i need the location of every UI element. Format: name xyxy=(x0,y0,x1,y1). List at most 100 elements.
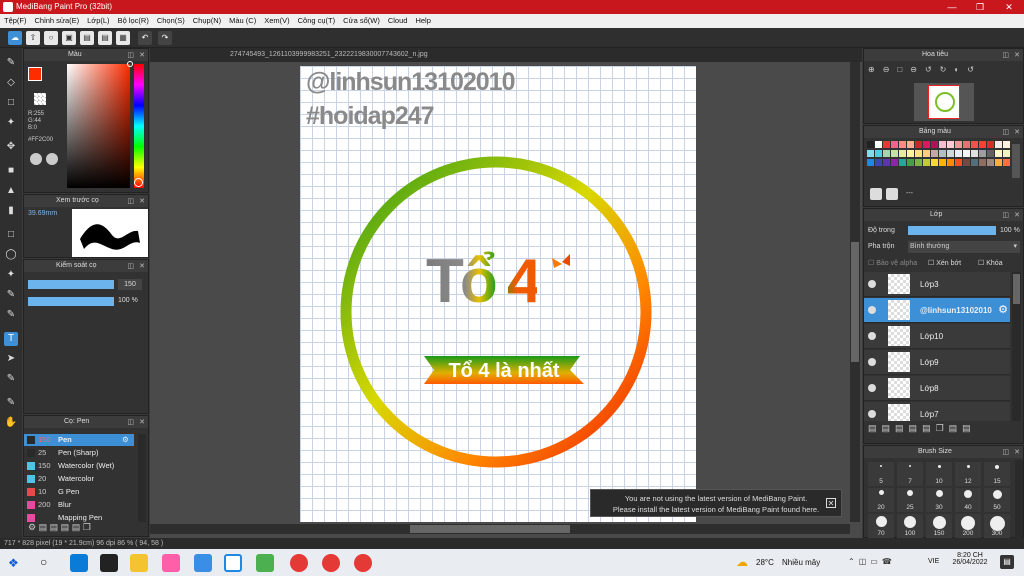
text-tool-icon[interactable]: T xyxy=(4,332,18,346)
brush-size-value[interactable]: 150 xyxy=(118,279,142,290)
palette-swatch[interactable] xyxy=(947,141,954,148)
brush-item[interactable]: 25 Pen (Sharp) xyxy=(24,447,134,459)
palette-swatch[interactable] xyxy=(979,141,986,148)
vertical-scrollbar[interactable] xyxy=(850,62,860,522)
weather-text[interactable]: Nhiều mây xyxy=(782,558,820,567)
menu-snap[interactable]: Chụp(N) xyxy=(189,14,225,28)
hue-cursor[interactable] xyxy=(134,178,143,187)
comment-icon[interactable]: ○ xyxy=(44,31,58,45)
palette-swatch[interactable] xyxy=(939,159,946,166)
palette-swatch[interactable] xyxy=(987,150,994,157)
palette-swatch[interactable] xyxy=(971,159,978,166)
layer-row[interactable]: Lớp3 xyxy=(864,272,1010,297)
brush-size-cell[interactable]: 10 xyxy=(926,462,952,486)
new-layer-1bit-icon[interactable]: ▤ xyxy=(895,423,909,433)
pen-tool-icon[interactable]: ✎ xyxy=(4,396,18,410)
saturation-value-picker[interactable] xyxy=(67,61,133,188)
brush-size-cell[interactable]: 30 xyxy=(926,488,952,512)
palette-swatch[interactable] xyxy=(883,141,890,148)
panel-close-icon[interactable]: ✕ xyxy=(1014,210,1020,222)
brush-list-scrollbar[interactable] xyxy=(138,434,146,522)
eye-icon[interactable] xyxy=(868,280,876,288)
layer-scrollbar[interactable] xyxy=(1012,272,1021,421)
panel-float-icon[interactable]: ◫ xyxy=(1002,50,1009,62)
palette-swatch[interactable] xyxy=(891,150,898,157)
search-icon[interactable]: ○ xyxy=(40,555,47,569)
palette-swatch[interactable] xyxy=(907,150,914,157)
new-layer-menu-icon[interactable]: ▤ xyxy=(909,423,923,433)
palette-swatch[interactable] xyxy=(891,141,898,148)
palette-swatch[interactable] xyxy=(979,150,986,157)
brush-size-cell[interactable]: 7 xyxy=(897,462,923,486)
weather-temp[interactable]: 28°C xyxy=(756,558,774,567)
brush-size-cell[interactable]: 25 xyxy=(897,488,923,512)
new-layer-icon[interactable]: ▤ xyxy=(868,423,882,433)
palette-swatch[interactable] xyxy=(907,159,914,166)
canvas-area[interactable]: 274745493_1261103999983251_2322219830007… xyxy=(150,48,862,538)
trash-icon[interactable]: ▤ xyxy=(962,423,976,433)
menu-filter[interactable]: Bộ lọc(R) xyxy=(114,14,153,28)
foreground-color-swatch[interactable] xyxy=(28,67,42,81)
palette-swatch[interactable] xyxy=(971,141,978,148)
chrome-icon-1[interactable] xyxy=(290,554,308,572)
palette-swatch[interactable] xyxy=(899,159,906,166)
gear-icon[interactable]: ⚙ xyxy=(998,303,1008,316)
document-icon[interactable]: ▤ xyxy=(98,31,112,45)
wand-tool-icon[interactable]: ✦ xyxy=(4,268,18,282)
palette-swatch[interactable] xyxy=(1003,141,1010,148)
select-pen-icon[interactable]: ✎ xyxy=(4,288,18,302)
menu-color[interactable]: Màu (C) xyxy=(225,14,260,28)
add-palette-icon[interactable] xyxy=(870,188,882,200)
layer-row[interactable]: Lớp10 xyxy=(864,324,1010,349)
document-tab[interactable]: 274745493_1261103999983251_2322219830007… xyxy=(150,48,862,62)
menu-select[interactable]: Chọn(S) xyxy=(153,14,189,28)
brush-size-cell[interactable]: 200 xyxy=(955,514,981,538)
palette-swatch[interactable] xyxy=(971,150,978,157)
panel-close-icon[interactable]: ✕ xyxy=(139,196,145,208)
medibang-taskbar-icon[interactable] xyxy=(224,554,242,572)
vertical-scroll-thumb[interactable] xyxy=(851,242,859,362)
palette-swatch[interactable] xyxy=(899,150,906,157)
brush-size-cell[interactable]: 150 xyxy=(926,514,952,538)
brush-size-scrollbar[interactable] xyxy=(1015,460,1023,538)
palette-swatch[interactable] xyxy=(963,150,970,157)
move-tool-icon[interactable]: ✥ xyxy=(4,140,18,154)
app-icon-1[interactable] xyxy=(70,554,88,572)
palette-swatch[interactable] xyxy=(915,141,922,148)
menu-tools[interactable]: Công cụ(T) xyxy=(294,14,340,28)
color-history-icon[interactable] xyxy=(46,153,58,165)
panel-float-icon[interactable]: ◫ xyxy=(127,417,134,429)
chrome-icon-3[interactable] xyxy=(354,554,372,572)
app-icon-green[interactable] xyxy=(256,554,274,572)
palette-swatch[interactable] xyxy=(955,159,962,166)
weather-icon[interactable]: ☁ xyxy=(736,555,748,569)
clock[interactable]: 8:20 CH 26/04/2022 xyxy=(948,552,992,566)
panel-close-icon[interactable]: ✕ xyxy=(1014,447,1020,459)
palette-swatches[interactable] xyxy=(867,141,1011,179)
bucket-tool-icon[interactable]: ▲ xyxy=(4,184,18,198)
operation-tool-icon[interactable]: ➤ xyxy=(4,352,18,366)
clipping-checkbox[interactable]: ☐ Xén bớt xyxy=(928,259,961,267)
brush-size-cell[interactable]: 5 xyxy=(868,462,894,486)
delete-palette-icon[interactable] xyxy=(886,188,898,200)
palette-swatch[interactable] xyxy=(915,150,922,157)
brush-size-cell[interactable]: 100 xyxy=(897,514,923,538)
palette-swatch[interactable] xyxy=(931,159,938,166)
canvas-paper[interactable]: @linhsun13102010 #hoidap247 Tổ 4 Tổ 4 là… xyxy=(300,66,696,522)
palette-swatch[interactable] xyxy=(947,150,954,157)
capcut-icon[interactable] xyxy=(100,554,118,572)
duplicate-layer-icon[interactable]: ❐ xyxy=(936,423,949,433)
image-icon[interactable]: ▣ xyxy=(62,31,76,45)
palette-swatch[interactable] xyxy=(875,141,882,148)
maximize-button[interactable]: ❐ xyxy=(966,0,994,14)
rotate-left-icon[interactable]: ↺ xyxy=(925,65,940,74)
brush-item[interactable]: 150 Watercolor (Wet) xyxy=(24,460,134,472)
panel-float-icon[interactable]: ◫ xyxy=(1002,210,1009,222)
palette-swatch[interactable] xyxy=(995,159,1002,166)
brush-opacity-slider[interactable] xyxy=(28,297,114,306)
game-icon[interactable] xyxy=(162,554,180,572)
eyedropper-icon[interactable]: ✎ xyxy=(4,372,18,386)
page-icon[interactable]: ▤ xyxy=(61,522,70,532)
palette-swatch[interactable] xyxy=(939,141,946,148)
brush-size-slider[interactable] xyxy=(28,280,114,289)
